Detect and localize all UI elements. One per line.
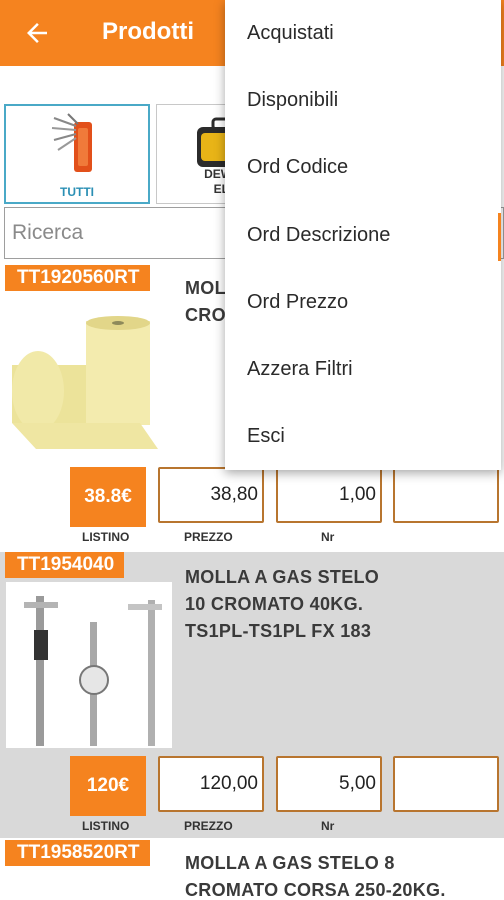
product-card[interactable]: TT1958520RT MOLLA A GAS STELO 8 CROMATO … (0, 840, 504, 900)
menu-item-azzera-filtri[interactable]: Azzera Filtri (247, 358, 353, 381)
prezzo-field[interactable]: 120,00 (158, 756, 264, 812)
product-description-line: MOLLA A GAS STELO (185, 567, 380, 587)
product-description: MOLLA A GAS STELO 10 CROMATO 40KG. TS1PL… (185, 564, 379, 645)
product-description-line: CROMATO CORSA 250-20KG. (185, 880, 446, 900)
listino-label: LISTINO (82, 819, 130, 833)
product-code: TT1954040 (5, 552, 125, 578)
page-title: Prodotti (102, 18, 194, 45)
product-description: MOLLA A GAS STELO 8 CROMATO CORSA 250-20… (185, 850, 446, 900)
category-tile-tutti[interactable]: TUTTI (4, 104, 150, 204)
product-description-line: MOLLA A GAS STELO 8 (185, 853, 395, 873)
product-code: TT1920560RT (5, 265, 150, 291)
quantity-field[interactable]: 5,00 (276, 756, 382, 812)
product-description-line: 10 CROMATO 40KG. (185, 594, 364, 614)
extra-field[interactable] (393, 756, 499, 812)
category-label-tutti: TUTTI (60, 185, 94, 199)
quantity-field[interactable]: 1,00 (276, 467, 382, 523)
product-image (6, 582, 172, 748)
nr-label: Nr (321, 819, 335, 833)
arrow-left-icon[interactable] (22, 18, 52, 48)
product-image (12, 316, 158, 449)
menu-item-ord-prezzo[interactable]: Ord Prezzo (247, 291, 348, 314)
prezzo-label: PREZZO (184, 530, 233, 544)
prezzo-field[interactable]: 38,80 (158, 467, 264, 523)
product-description-line: TS1PL-TS1PL FX 183 (185, 621, 372, 641)
scroll-indicator (498, 213, 501, 261)
product-code: TT1958520RT (5, 840, 150, 866)
price-row: 38.8€ 38,80 1,00 LISTINO PREZZO Nr (0, 463, 504, 549)
listino-label: LISTINO (82, 530, 130, 544)
menu-item-ord-descrizione[interactable]: Ord Descrizione (247, 224, 390, 247)
product-description: MOL CRO (185, 275, 226, 329)
prezzo-label: PREZZO (184, 819, 233, 833)
listino-price: 120€ (70, 756, 146, 816)
menu-item-ord-codice[interactable]: Ord Codice (247, 156, 348, 179)
price-row: 120€ 120,00 5,00 LISTINO PREZZO Nr (0, 752, 504, 838)
product-description-line: MOL (185, 278, 226, 298)
menu-item-acquistati[interactable]: Acquistati (247, 22, 334, 45)
listino-price: 38.8€ (70, 467, 146, 527)
tool-set-image (51, 113, 92, 172)
overflow-menu: Acquistati Disponibili Ord Codice Ord De… (225, 0, 501, 470)
nr-label: Nr (321, 530, 335, 544)
product-description-line: CRO (185, 305, 226, 325)
product-card[interactable]: TT1954040 MOLLA A GAS STELO 10 CROMATO 4… (0, 552, 504, 838)
extra-field[interactable] (393, 467, 499, 523)
menu-item-disponibili[interactable]: Disponibili (247, 89, 338, 112)
menu-item-esci[interactable]: Esci (247, 425, 285, 448)
